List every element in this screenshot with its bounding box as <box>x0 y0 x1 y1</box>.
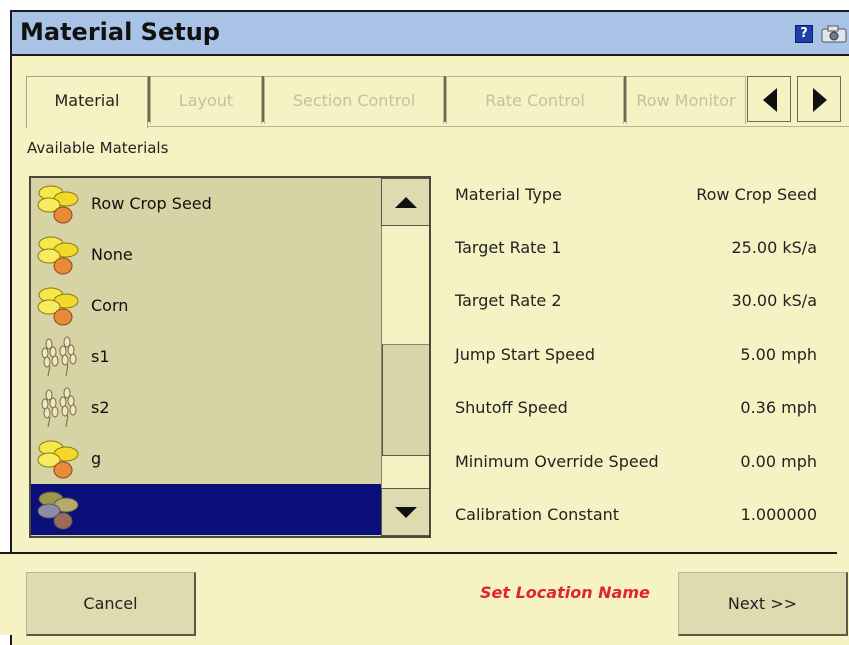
property-label: Shutoff Speed <box>455 398 568 417</box>
seed-icon <box>37 185 79 224</box>
materials-list[interactable]: Row Crop Seed None Corn s1 s2 g <box>29 176 431 538</box>
left-arrow-icon <box>763 88 777 112</box>
property-label: Target Rate 2 <box>455 291 562 310</box>
tab-bar: Material Layout Section Control Rate Con… <box>12 58 849 128</box>
up-arrow-icon <box>395 197 417 208</box>
list-item[interactable]: s2 <box>31 382 381 433</box>
set-location-name-link[interactable]: Set Location Name <box>480 583 650 602</box>
property-shutoff-speed: Shutoff Speed 0.36 mph <box>455 394 835 424</box>
available-materials-label: Available Materials <box>27 139 169 157</box>
list-item[interactable]: s1 <box>31 331 381 382</box>
seed-icon <box>37 236 79 275</box>
tab-row-monitor[interactable]: Row Monitor <box>626 76 746 124</box>
property-target-rate-2: Target Rate 2 30.00 kS/a <box>455 287 835 317</box>
list-item-label: s2 <box>91 398 110 417</box>
scroll-up-button[interactable] <box>381 178 429 226</box>
property-target-rate-1: Target Rate 1 25.00 kS/a <box>455 234 835 264</box>
property-value: 30.00 kS/a <box>731 291 817 310</box>
list-item-label: Corn <box>91 296 129 315</box>
list-item-label: g <box>91 449 102 468</box>
property-label: Minimum Override Speed <box>455 452 659 471</box>
tab-section-control[interactable]: Section Control <box>264 76 444 124</box>
list-item[interactable]: Corn <box>31 280 381 331</box>
property-value: 5.00 mph <box>740 345 817 364</box>
list-item-selected[interactable] <box>31 484 381 535</box>
wheat-icon <box>41 336 77 377</box>
property-material-type: Material Type Row Crop Seed <box>455 181 835 211</box>
scroll-down-button[interactable] <box>381 488 429 536</box>
seed-icon <box>37 440 79 479</box>
property-label: Material Type <box>455 185 562 204</box>
property-label: Target Rate 1 <box>455 238 562 257</box>
tab-scroll-left-button[interactable] <box>747 76 791 122</box>
list-item-label: s1 <box>91 347 110 366</box>
right-arrow-icon <box>813 88 827 112</box>
next-button[interactable]: Next >> <box>678 572 848 636</box>
scrollbar-thumb[interactable] <box>382 344 429 456</box>
cancel-button[interactable]: Cancel <box>26 572 196 636</box>
property-minimum-override-speed: Minimum Override Speed 0.00 mph <box>455 448 835 478</box>
wheat-icon <box>41 387 77 428</box>
seed-icon <box>37 287 79 326</box>
list-item-label: None <box>91 245 133 264</box>
property-value: 0.00 mph <box>740 452 817 471</box>
list-item[interactable]: g <box>31 433 381 484</box>
property-value: 0.36 mph <box>740 398 817 417</box>
list-item[interactable]: None <box>31 229 381 280</box>
down-arrow-icon <box>395 507 417 518</box>
tab-material[interactable]: Material <box>26 76 148 128</box>
seed-icon <box>37 491 79 530</box>
camera-icon[interactable] <box>820 25 848 43</box>
property-calibration-constant: Calibration Constant 1.000000 <box>455 501 835 531</box>
property-value: Row Crop Seed <box>696 185 817 204</box>
property-label: Calibration Constant <box>455 505 620 524</box>
list-item-label: Row Crop Seed <box>91 194 212 213</box>
tab-rate-control[interactable]: Rate Control <box>446 76 624 124</box>
property-value: 25.00 kS/a <box>731 238 817 257</box>
tab-scroll-right-button[interactable] <box>797 76 841 122</box>
tab-layout[interactable]: Layout <box>150 76 262 124</box>
property-value: 1.000000 <box>740 505 817 524</box>
help-icon[interactable]: ? <box>795 25 813 43</box>
property-label: Jump Start Speed <box>455 345 596 364</box>
list-item[interactable]: Row Crop Seed <box>31 178 381 229</box>
property-jump-start-speed: Jump Start Speed 5.00 mph <box>455 341 835 371</box>
title-bar: Material Setup ? <box>12 12 849 56</box>
window-title: Material Setup <box>20 18 220 46</box>
